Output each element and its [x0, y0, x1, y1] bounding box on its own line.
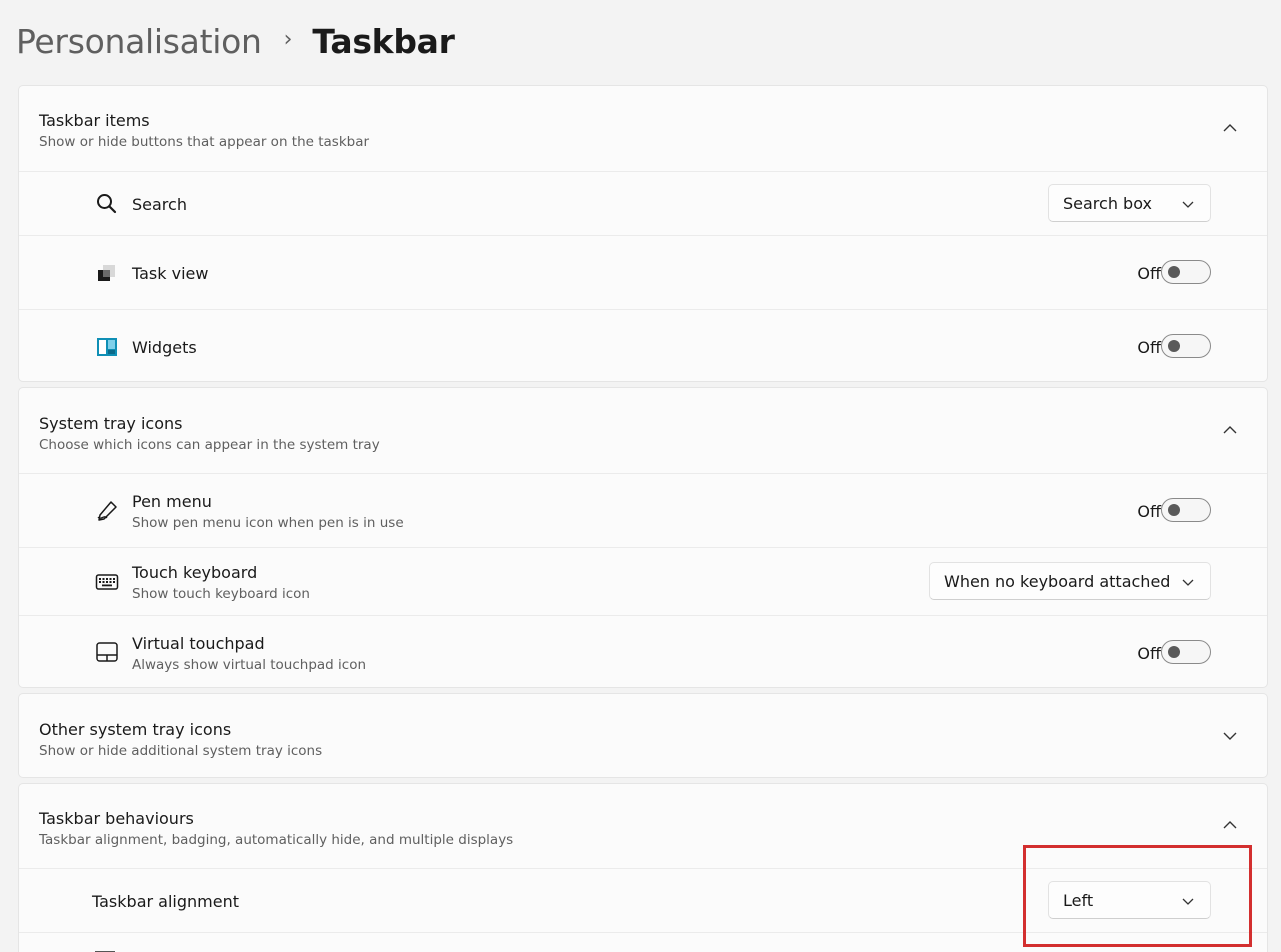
row-sublabel: Show touch keyboard icon — [132, 586, 310, 602]
row-label: Widgets — [132, 338, 197, 357]
widgets-icon — [97, 338, 117, 356]
search-dropdown[interactable]: Search box — [1048, 184, 1211, 222]
virtual-touchpad-toggle[interactable] — [1161, 640, 1211, 664]
section-title: Taskbar behaviours — [39, 809, 194, 828]
taskbar-alignment-dropdown[interactable]: Left — [1048, 881, 1211, 919]
dropdown-value: Left — [1063, 891, 1094, 910]
widgets-toggle[interactable] — [1161, 334, 1211, 358]
row-label: Virtual touchpad — [132, 634, 265, 653]
taskbar-items-header[interactable]: Taskbar items Show or hide buttons that … — [19, 86, 1267, 171]
row-label: Touch keyboard — [132, 563, 258, 582]
pen-icon — [97, 501, 117, 521]
next-setting-row — [19, 932, 1267, 952]
task-view-row: Task view Off — [19, 235, 1267, 309]
toggle-knob — [1168, 340, 1180, 352]
chevron-down-icon[interactable] — [1223, 729, 1237, 743]
section-subtitle: Taskbar alignment, badging, automaticall… — [39, 832, 514, 848]
task-view-toggle[interactable] — [1161, 260, 1211, 284]
chevron-up-icon[interactable] — [1223, 818, 1237, 832]
chevron-down-icon — [1182, 579, 1194, 586]
virtual-touchpad-row: Virtual touchpad Always show virtual tou… — [19, 615, 1267, 687]
keyboard-icon — [95, 574, 119, 590]
taskbar-behaviours-section: Taskbar behaviours Taskbar alignment, ba… — [18, 783, 1268, 952]
task-view-icon — [98, 265, 115, 281]
chevron-down-icon — [1182, 201, 1194, 208]
section-subtitle: Show or hide buttons that appear on the … — [39, 134, 370, 150]
toggle-knob — [1168, 504, 1180, 516]
touch-keyboard-dropdown[interactable]: When no keyboard attached — [929, 562, 1211, 600]
taskbar-behaviours-header[interactable]: Taskbar behaviours Taskbar alignment, ba… — [19, 784, 1267, 868]
search-icon — [97, 194, 117, 214]
section-title: Taskbar items — [39, 111, 150, 130]
page-title: Taskbar — [312, 21, 455, 61]
touchpad-icon — [96, 642, 118, 662]
section-subtitle: Choose which icons can appear in the sys… — [39, 437, 380, 453]
breadcrumb-separator-icon: › — [283, 26, 293, 52]
chevron-up-icon[interactable] — [1223, 423, 1237, 437]
toggle-state-label: Off — [1137, 338, 1161, 357]
dropdown-value: When no keyboard attached — [944, 572, 1171, 591]
row-sublabel: Show pen menu icon when pen is in use — [132, 515, 404, 531]
other-tray-section[interactable]: Other system tray icons Show or hide add… — [18, 693, 1268, 778]
row-label: Task view — [132, 264, 209, 283]
dropdown-value: Search box — [1063, 194, 1152, 213]
toggle-state-label: Off — [1137, 644, 1161, 663]
section-title: System tray icons — [39, 414, 183, 433]
pen-menu-toggle[interactable] — [1161, 498, 1211, 522]
taskbar-alignment-row: Taskbar alignment Left — [19, 868, 1267, 932]
toggle-knob — [1168, 646, 1180, 658]
breadcrumb-parent[interactable]: Personalisation — [16, 22, 262, 61]
breadcrumb: Personalisation › Taskbar — [16, 18, 455, 64]
touch-keyboard-row: Touch keyboard Show touch keyboard icon … — [19, 547, 1267, 615]
toggle-state-label: Off — [1137, 502, 1161, 521]
taskbar-items-section: Taskbar items Show or hide buttons that … — [18, 85, 1268, 382]
system-tray-section: System tray icons Choose which icons can… — [18, 387, 1268, 688]
chevron-down-icon — [1182, 898, 1194, 905]
toggle-state-label: Off — [1137, 264, 1161, 283]
toggle-knob — [1168, 266, 1180, 278]
chevron-up-icon[interactable] — [1223, 121, 1237, 135]
row-label: Taskbar alignment — [92, 892, 239, 911]
search-row: Search Search box — [19, 171, 1267, 235]
row-label: Pen menu — [132, 492, 212, 511]
row-sublabel: Always show virtual touchpad icon — [132, 657, 367, 673]
system-tray-header[interactable]: System tray icons Choose which icons can… — [19, 388, 1267, 473]
pen-menu-row: Pen menu Show pen menu icon when pen is … — [19, 473, 1267, 547]
row-label: Search — [132, 195, 187, 214]
section-subtitle: Show or hide additional system tray icon… — [39, 743, 323, 759]
section-title: Other system tray icons — [39, 720, 232, 739]
widgets-row: Widgets Off — [19, 309, 1267, 381]
